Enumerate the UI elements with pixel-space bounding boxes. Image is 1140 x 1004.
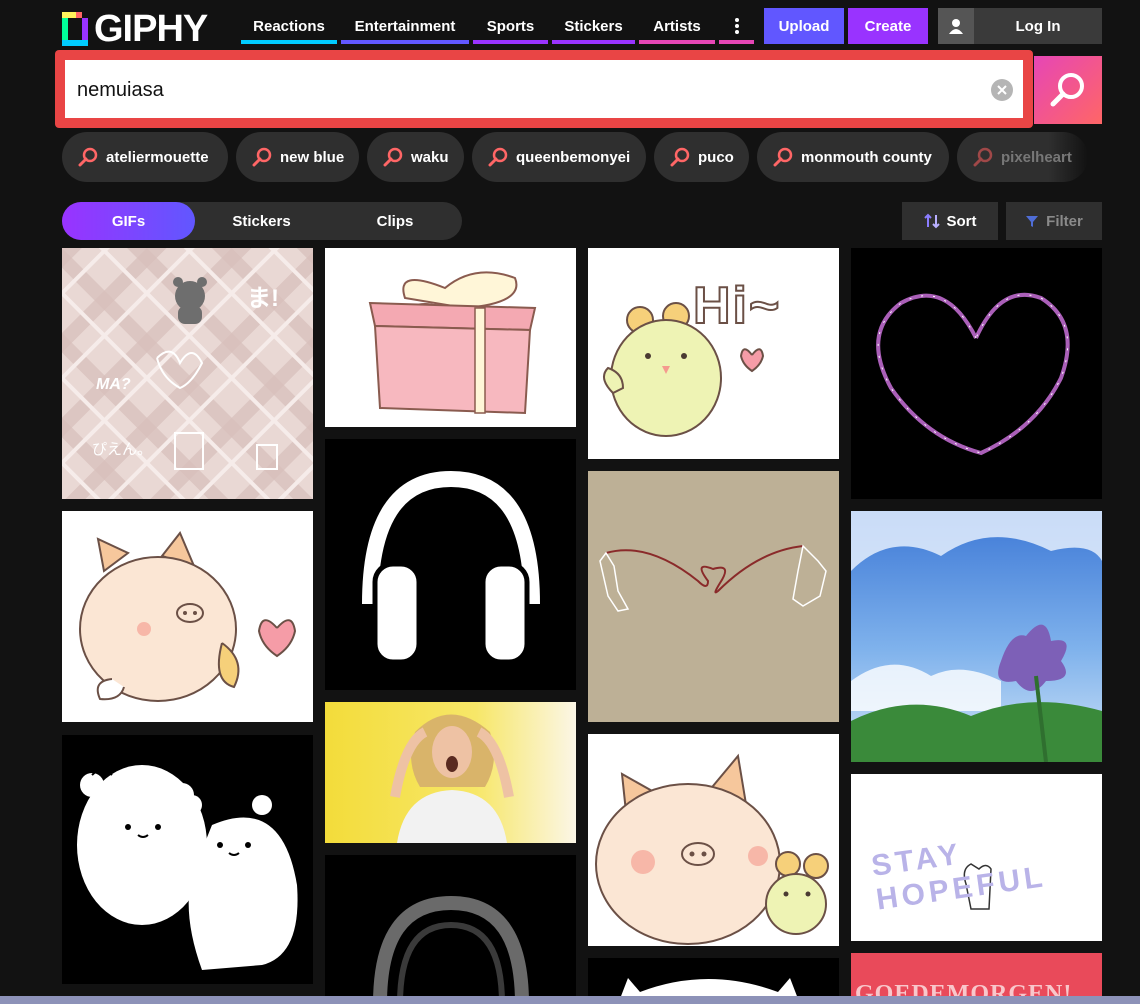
plaid-text: MA? [96,376,131,393]
gif-tile-pig-heart[interactable] [62,511,313,722]
tab-gifs[interactable]: GIFs [62,202,195,240]
gif-tile-sparkle-heart[interactable] [851,248,1102,499]
tab-stickers[interactable]: Stickers [195,202,328,240]
tab-clips[interactable]: Clips [328,202,462,240]
sparkle-heart-icon [876,292,1070,456]
search-button[interactable] [1034,56,1102,124]
create-button[interactable]: Create [848,8,928,44]
nav-underline [552,40,635,44]
user-icon [938,8,974,44]
gif-tile-stay-hopeful[interactable]: STAY HOPEFUL [851,774,1102,941]
nav-label: Stickers [564,17,623,35]
upload-button[interactable]: Upload [764,8,844,44]
suggestion-pill[interactable]: pixelheart [957,132,1088,182]
pig-heart-art [79,531,297,702]
nav-label: Entertainment [354,17,456,35]
suggestion-label: pixelheart [1001,148,1072,166]
suggestion-label: waku [411,148,449,166]
suggestion-pill[interactable]: ateliermouette [62,132,228,182]
gif-tile-plaid-bear[interactable]: ま! MA? ぴえん。 [62,248,313,499]
search-icon [252,147,272,167]
hi-text: Hi~ [692,276,782,336]
nav-stickers[interactable]: Stickers [552,8,635,44]
sort-icon [923,213,940,229]
sort-label: Sort [946,212,977,230]
gif-tile-headphones-gray[interactable] [325,855,576,1004]
suggestion-pill[interactable]: new blue [236,132,359,182]
suggestion-label: puco [698,148,734,166]
search-icon [488,147,508,167]
nav-reactions[interactable]: Reactions [241,8,337,44]
suggestion-label: ateliermouette [106,148,209,166]
nav-sports[interactable]: Sports [473,8,548,44]
more-vertical-icon [734,18,739,34]
plaid-text: ま! [247,285,279,312]
nav-underline [639,40,715,44]
suggestion-label: monmouth county [801,148,932,166]
gif-tile-purple-flower[interactable] [851,511,1102,762]
gif-tile-pig-bird[interactable] [588,734,839,946]
suggestion-pill[interactable]: queenbemonyei [472,132,646,182]
gif-tile-white-bears[interactable] [62,735,313,984]
media-type-tabs: GIFs Stickers Clips [62,202,462,240]
gif-tile-screaming-woman[interactable] [325,702,576,843]
nav-artists[interactable]: Artists [639,8,715,44]
nav-label: Reactions [253,17,325,35]
suggestion-pill[interactable]: puco [654,132,749,182]
screaming-woman-art [390,714,514,843]
nav-label: Artists [653,17,701,35]
headphones-gray-icon [373,895,529,1004]
nav-label: Sports [486,17,535,35]
pig-bird-art [595,753,829,945]
filter-button[interactable]: Filter [1006,202,1102,240]
giphy-logo[interactable]: GIPHY [62,7,208,50]
nav-underline [241,40,337,44]
nav-more-button[interactable] [719,8,754,44]
search-icon [773,147,793,167]
giphy-logo-icon [62,12,88,46]
nav-entertainment[interactable]: Entertainment [341,8,469,44]
search-bar[interactable] [65,60,1023,120]
search-icon [78,147,98,167]
clear-search-icon[interactable] [991,79,1013,101]
login-button[interactable]: Log In [938,8,1102,44]
search-input[interactable] [75,60,979,120]
nav-underline [473,40,548,44]
search-icon [670,147,690,167]
search-icon [973,147,993,167]
gif-tile-gift-box[interactable] [325,248,576,427]
gif-tile-red-string-heart[interactable] [588,471,839,722]
search-icon [1050,73,1084,107]
white-bears-art [77,765,298,970]
purple-flower-art [851,511,1102,762]
plaid-text: ぴえん。 [92,441,153,458]
sort-button[interactable]: Sort [902,202,998,240]
search-icon [383,147,403,167]
red-string-heart-art [599,544,827,612]
brand-name: GIPHY [94,7,208,50]
gift-box-art [368,271,537,415]
filter-icon [1026,216,1039,227]
filter-label: Filter [1046,212,1083,230]
suggestion-pill[interactable]: monmouth county [757,132,949,182]
gif-tile-headphones[interactable] [325,439,576,690]
suggestion-pill[interactable]: waku [367,132,464,182]
nav-underline [341,40,469,44]
login-label: Log In [1015,17,1061,35]
gif-tile-hi-bird[interactable]: Hi~ [588,248,839,459]
suggestion-label: new blue [280,148,345,166]
window-bottom-edge [0,996,1140,1004]
nav-underline [719,40,754,44]
suggestion-label: queenbemonyei [516,148,631,166]
headphones-icon [362,470,540,665]
